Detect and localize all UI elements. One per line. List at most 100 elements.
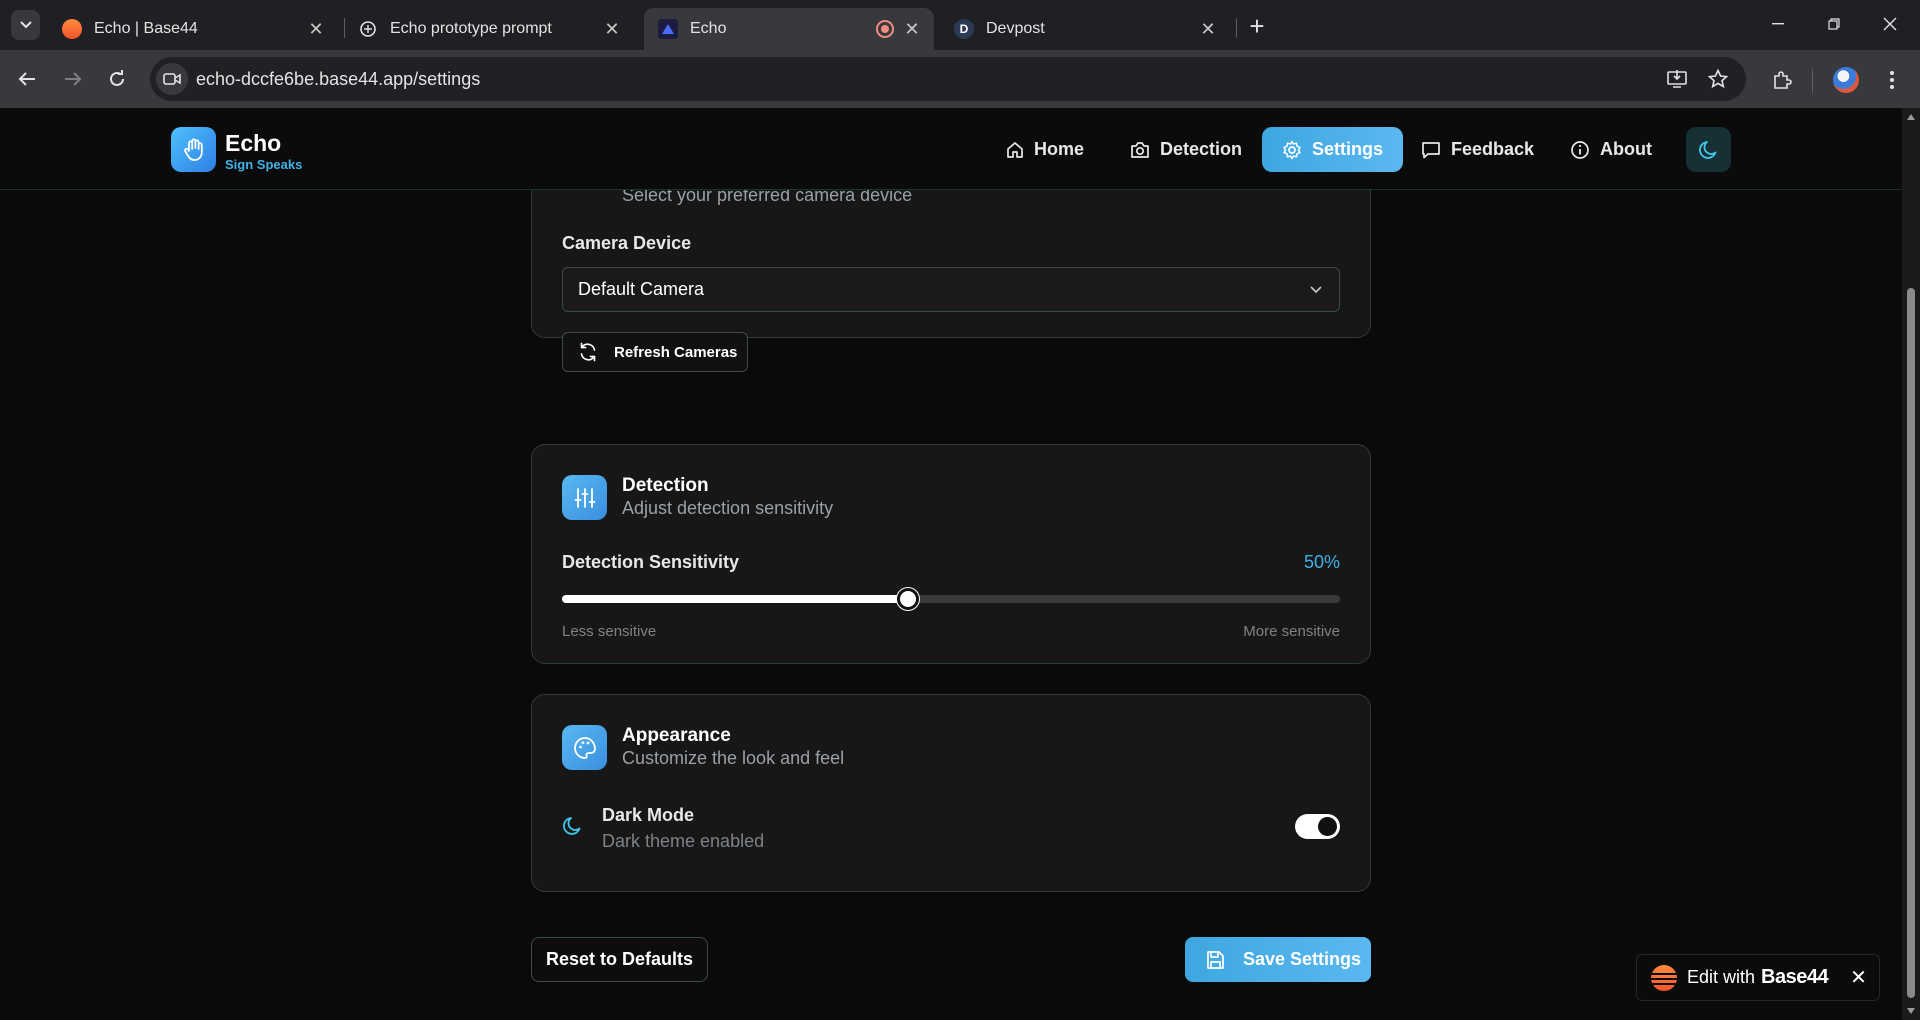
back-button[interactable] xyxy=(11,63,43,95)
slider-thumb[interactable] xyxy=(897,588,919,610)
forward-button[interactable] xyxy=(57,63,89,95)
minimize-window-button[interactable] xyxy=(1758,8,1798,40)
scrollbar-thumb[interactable] xyxy=(1907,288,1915,998)
nav-feedback[interactable]: Feedback xyxy=(1413,127,1542,172)
palette-icon xyxy=(573,736,596,759)
nav-settings[interactable]: Settings xyxy=(1262,127,1404,172)
site-info-button[interactable] xyxy=(156,63,188,95)
url-text: echo-dccfe6be.base44.app/settings xyxy=(196,69,481,89)
tab-title: Echo xyxy=(690,20,727,37)
more-sensitive-hint: More sensitive xyxy=(1243,623,1340,640)
moon-icon xyxy=(563,817,581,835)
close-icon[interactable]: ✕ xyxy=(1850,965,1867,990)
moon-icon xyxy=(1698,140,1716,159)
browser-toolbar: echo-dccfe6be.base44.app/settings xyxy=(0,50,1920,108)
toggle-knob xyxy=(1318,817,1337,836)
save-settings-label: Save Settings xyxy=(1243,949,1362,969)
nav-about-label: About xyxy=(1600,139,1652,159)
address-bar[interactable]: echo-dccfe6be.base44.app/settings xyxy=(150,57,1746,101)
save-icon xyxy=(1207,950,1224,969)
hand-icon xyxy=(183,138,203,161)
browser-tab-echo[interactable]: Echo ✕ xyxy=(644,8,934,50)
reset-defaults-button[interactable]: Reset to Defaults xyxy=(531,937,708,982)
browser-menu-button[interactable] xyxy=(1876,64,1908,96)
nav-detection[interactable]: Detection xyxy=(1122,127,1250,172)
dark-mode-toggle[interactable] xyxy=(1295,814,1340,839)
appearance-card-icon xyxy=(562,725,607,770)
nav-settings-label: Settings xyxy=(1312,139,1384,159)
tab-close-icon[interactable]: ✕ xyxy=(306,19,326,39)
scroll-up-icon[interactable] xyxy=(1906,112,1916,122)
detection-sensitivity-slider[interactable] xyxy=(562,588,1340,610)
browser-tab-echo-base44[interactable]: Echo | Base44 ✕ xyxy=(48,8,338,50)
reload-button[interactable] xyxy=(101,63,133,95)
chatgpt-favicon-icon xyxy=(358,19,378,39)
puzzle-icon xyxy=(1774,71,1792,89)
browser-tab-devpost[interactable]: D Devpost ✕ xyxy=(940,8,1230,50)
chevron-down-icon xyxy=(1310,286,1322,294)
restore-icon xyxy=(1828,18,1840,30)
echo-logo[interactable] xyxy=(171,127,216,172)
browser-tab-bar: Echo | Base44 ✕ Echo prototype prompt ✕ … xyxy=(0,0,1920,50)
base44-badge-brand: Base44 xyxy=(1761,966,1829,988)
restore-window-button[interactable] xyxy=(1814,8,1854,40)
detection-card-icon xyxy=(562,475,607,520)
detection-settings-card: Detection Adjust detection sensitivity D… xyxy=(531,444,1371,664)
close-icon xyxy=(1883,17,1897,31)
base44-logo-icon xyxy=(1651,964,1677,991)
sliders-icon xyxy=(574,487,595,508)
close-window-button[interactable] xyxy=(1870,8,1910,40)
refresh-cameras-button[interactable]: Refresh Cameras xyxy=(562,332,748,372)
bookmark-button[interactable] xyxy=(1706,67,1730,91)
install-icon xyxy=(1667,70,1687,88)
detection-card-subtitle: Adjust detection sensitivity xyxy=(622,498,834,518)
chevron-down-icon xyxy=(19,21,32,29)
toolbar-separator xyxy=(1812,69,1813,93)
echo-favicon-icon xyxy=(658,19,678,39)
less-sensitive-hint: Less sensitive xyxy=(562,623,657,640)
tab-title: Echo | Base44 xyxy=(94,20,198,37)
nav-detection-label: Detection xyxy=(1160,139,1243,159)
arrow-right-icon xyxy=(65,72,82,86)
install-app-button[interactable] xyxy=(1665,67,1689,91)
theme-toggle-button[interactable] xyxy=(1686,127,1731,172)
extensions-button[interactable] xyxy=(1766,64,1798,96)
new-tab-button[interactable]: + xyxy=(1243,11,1271,41)
tab-title: Echo prototype prompt xyxy=(390,20,552,37)
page-scrollbar[interactable] xyxy=(1902,108,1920,1020)
appearance-settings-card: Appearance Customize the look and feel D… xyxy=(531,694,1371,892)
devpost-favicon-icon: D xyxy=(954,19,974,39)
detection-sensitivity-value: 50% xyxy=(1303,552,1340,572)
dark-mode-label: Dark Mode xyxy=(602,805,695,825)
tab-close-icon[interactable]: ✕ xyxy=(902,19,922,39)
base44-favicon-icon xyxy=(62,19,82,39)
info-icon xyxy=(1571,140,1589,159)
nav-feedback-label: Feedback xyxy=(1451,139,1535,159)
tab-search-button[interactable] xyxy=(11,10,40,40)
tab-close-icon[interactable]: ✕ xyxy=(1198,19,1218,39)
video-camera-icon xyxy=(163,73,181,85)
tab-separator xyxy=(1236,18,1237,38)
avatar xyxy=(1833,67,1859,93)
nav-about[interactable]: About xyxy=(1562,127,1660,172)
recording-indicator-icon xyxy=(876,20,894,38)
tab-close-icon[interactable]: ✕ xyxy=(602,19,622,39)
scroll-down-icon[interactable] xyxy=(1906,1006,1916,1016)
base44-badge-prefix: Edit with xyxy=(1687,967,1756,987)
more-vertical-icon xyxy=(1890,71,1894,89)
gear-icon xyxy=(1283,140,1301,159)
browser-tab-echo-prompt[interactable]: Echo prototype prompt ✕ xyxy=(344,8,634,50)
profile-avatar-button[interactable] xyxy=(1830,64,1862,96)
nav-home[interactable]: Home xyxy=(998,127,1092,172)
home-icon xyxy=(1007,141,1023,158)
edit-with-base44-badge[interactable]: Edit with Base44 ✕ xyxy=(1636,954,1880,1001)
reset-defaults-label: Reset to Defaults xyxy=(545,949,694,969)
camera-device-select[interactable]: Default Camera xyxy=(562,267,1340,312)
app-header: Echo Sign Speaks Home Detection Settings… xyxy=(0,108,1902,190)
brand-name: Echo xyxy=(225,130,282,156)
camera-device-value: Default Camera xyxy=(578,279,705,299)
save-settings-button[interactable]: Save Settings xyxy=(1185,937,1371,982)
camera-icon xyxy=(1131,141,1149,158)
slider-fill xyxy=(562,595,908,603)
dark-mode-status: Dark theme enabled xyxy=(602,831,765,851)
